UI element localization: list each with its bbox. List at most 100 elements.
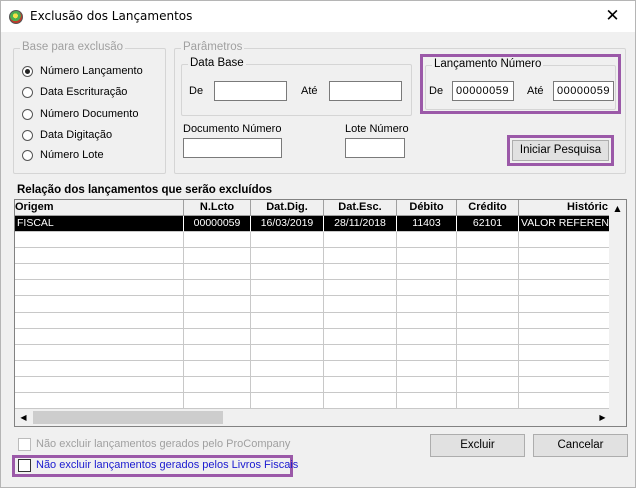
cancelar-button[interactable]: Cancelar <box>533 434 628 457</box>
radio-icon[interactable] <box>22 108 33 120</box>
data-base-de-input[interactable] <box>214 81 287 101</box>
documento-numero-input[interactable] <box>183 138 282 158</box>
cell-debito <box>397 232 457 249</box>
table-row[interactable] <box>15 393 611 410</box>
radio-data-digitacao[interactable]: Data Digitação <box>22 127 112 143</box>
horizontal-scrollbar[interactable]: ◀ ▶ <box>15 409 611 426</box>
cell-debito <box>397 296 457 313</box>
cell-historico <box>519 312 611 329</box>
table-row[interactable] <box>15 344 611 361</box>
cell-origem <box>15 280 184 297</box>
cell-origem <box>15 264 184 281</box>
lancamento-ate-label: Até <box>527 85 544 97</box>
cell-credito <box>457 312 519 329</box>
cell-datesc <box>324 344 397 361</box>
cell-origem <box>15 393 184 410</box>
cell-historico <box>519 296 611 313</box>
table-row[interactable] <box>15 248 611 265</box>
cell-nlcto: 00000059 <box>184 216 251 233</box>
cell-datesc <box>324 296 397 313</box>
vertical-scrollbar[interactable]: ▲ <box>609 200 626 410</box>
table-row[interactable] <box>15 296 611 313</box>
cell-credito <box>457 296 519 313</box>
cell-historico <box>519 344 611 361</box>
cell-nlcto <box>184 344 251 361</box>
radio-numero-lote[interactable]: Número Lote <box>22 147 104 163</box>
column-header-debito[interactable]: Débito <box>397 200 457 216</box>
radio-label: Data Escrituração <box>40 86 128 98</box>
radio-icon[interactable] <box>22 149 33 161</box>
column-header-historico[interactable]: Históric <box>519 200 611 216</box>
list-title: Relação dos lançamentos que serão excluí… <box>17 184 273 196</box>
scroll-left-icon[interactable]: ◀ <box>15 409 32 426</box>
grid-header: Origem N.Lcto Dat.Dig. Dat.Esc. Débito C… <box>15 200 611 216</box>
cell-nlcto <box>184 376 251 394</box>
cell-datdig <box>251 360 324 377</box>
scroll-up-icon[interactable]: ▲ <box>609 200 626 217</box>
table-row[interactable] <box>15 232 611 249</box>
lancamento-de-input[interactable] <box>452 81 514 101</box>
data-base-ate-input[interactable] <box>329 81 402 101</box>
radio-icon[interactable] <box>22 86 33 98</box>
cell-debito <box>397 344 457 361</box>
grid-rows: FISCAL 00000059 16/03/2019 28/11/2018 11… <box>15 216 611 426</box>
radio-label: Número Lote <box>40 149 104 161</box>
livros-fiscais-checkbox[interactable] <box>18 459 31 472</box>
cell-credito <box>457 280 519 297</box>
lote-numero-input[interactable] <box>345 138 405 158</box>
cell-datdig <box>251 328 324 345</box>
title-bar: Exclusão dos Lançamentos ✕ <box>1 1 635 32</box>
cell-historico <box>519 328 611 345</box>
cell-datesc <box>324 280 397 297</box>
procompany-checkbox[interactable] <box>18 438 31 451</box>
data-base-legend: Data Base <box>188 57 246 69</box>
excluir-button[interactable]: Excluir <box>430 434 525 457</box>
radio-icon[interactable] <box>22 129 33 141</box>
cell-historico <box>519 280 611 297</box>
cell-datdig <box>251 393 324 410</box>
table-row[interactable] <box>15 280 611 297</box>
cell-debito <box>397 393 457 410</box>
radio-label: Número Lançamento <box>40 65 143 77</box>
data-base-ate-label: Até <box>301 85 318 97</box>
cell-datdig <box>251 264 324 281</box>
column-header-datdig[interactable]: Dat.Dig. <box>251 200 324 216</box>
cell-debito <box>397 280 457 297</box>
cell-origem <box>15 376 184 394</box>
scroll-corner <box>609 409 626 426</box>
documento-numero-label: Documento Número <box>183 123 282 135</box>
horizontal-scroll-thumb[interactable] <box>33 411 223 424</box>
table-row[interactable] <box>15 312 611 329</box>
procompany-checkbox-label: Não excluir lançamentos gerados pelo Pro… <box>36 438 291 450</box>
lancamento-ate-input[interactable] <box>553 81 614 101</box>
cell-nlcto <box>184 360 251 377</box>
base-exclusao-legend: Base para exclusão <box>20 41 126 53</box>
column-header-credito[interactable]: Crédito <box>457 200 519 216</box>
table-row[interactable] <box>15 376 611 394</box>
close-button[interactable]: ✕ <box>590 1 635 32</box>
lancamentos-grid[interactable]: Origem N.Lcto Dat.Dig. Dat.Esc. Débito C… <box>14 199 627 427</box>
cell-nlcto <box>184 280 251 297</box>
radio-data-escrituracao[interactable]: Data Escrituração <box>22 84 127 100</box>
cell-credito <box>457 344 519 361</box>
table-row[interactable] <box>15 360 611 377</box>
iniciar-pesquisa-button[interactable]: Iniciar Pesquisa <box>512 140 609 161</box>
table-row[interactable] <box>15 264 611 281</box>
column-header-nlcto[interactable]: N.Lcto <box>184 200 251 216</box>
cell-datdig <box>251 280 324 297</box>
column-header-datesc[interactable]: Dat.Esc. <box>324 200 397 216</box>
cell-datesc <box>324 312 397 329</box>
table-row[interactable]: FISCAL 00000059 16/03/2019 28/11/2018 11… <box>15 216 611 233</box>
radio-numero-lancamento[interactable]: Número Lançamento <box>22 63 143 79</box>
cell-origem <box>15 232 184 249</box>
cell-debito <box>397 376 457 394</box>
cell-datesc <box>324 232 397 249</box>
radio-numero-documento[interactable]: Número Documento <box>22 106 138 122</box>
cell-origem <box>15 344 184 361</box>
table-row[interactable] <box>15 328 611 345</box>
cell-datdig: 16/03/2019 <box>251 216 324 233</box>
cell-debito <box>397 248 457 265</box>
cell-credito <box>457 360 519 377</box>
radio-icon[interactable] <box>22 65 33 77</box>
column-header-origem[interactable]: Origem <box>15 200 184 216</box>
